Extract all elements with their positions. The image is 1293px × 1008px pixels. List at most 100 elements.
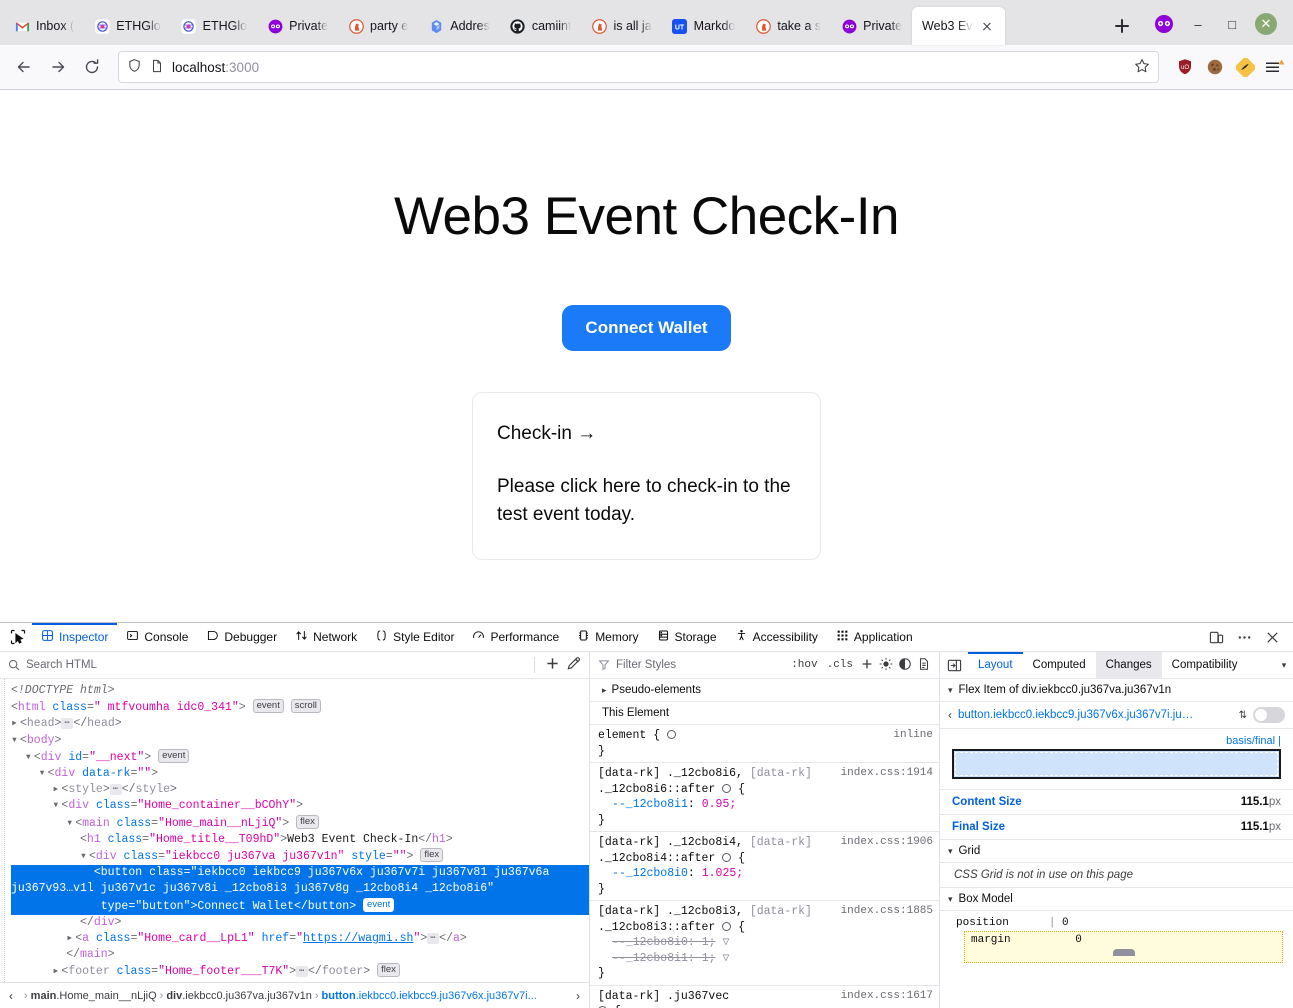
back-button[interactable] bbox=[8, 51, 40, 83]
check-in-card[interactable]: Check-in → Please click here to check-in… bbox=[472, 392, 821, 561]
css-value[interactable]: 1.025; bbox=[702, 867, 743, 880]
markup-node-selected[interactable]: <button class="iekbcc0 iekbcc9 ju367v6x … bbox=[11, 865, 589, 915]
toggle-declarations-icon[interactable] bbox=[667, 730, 677, 739]
css-property[interactable]: --_12cbo8i1 bbox=[598, 952, 688, 965]
css-rule[interactable]: index.css:1914 [data-rk] ._12cbo8i6, [dat… bbox=[590, 763, 939, 832]
split-console-icon[interactable] bbox=[940, 652, 968, 679]
devtools-tab-console[interactable]: Console bbox=[117, 623, 197, 652]
css-value[interactable]: 1; bbox=[702, 936, 716, 949]
search-input[interactable]: Search HTML bbox=[8, 659, 524, 671]
browser-tab-active[interactable]: Web3 Ev bbox=[912, 7, 1005, 45]
dark-scheme-icon[interactable] bbox=[898, 657, 912, 674]
css-rules-list[interactable]: Pseudo-elementsThis Elementinlineelement… bbox=[590, 679, 939, 1008]
browser-tab[interactable]: ETHGlo bbox=[84, 7, 170, 45]
rule-source[interactable]: index.css:1914 bbox=[841, 766, 933, 782]
rule-source[interactable]: inline bbox=[893, 728, 933, 744]
toggle-declarations-icon[interactable] bbox=[722, 783, 732, 793]
rule-source[interactable]: index.css:1885 bbox=[841, 904, 933, 920]
markup-node[interactable]: ▾ <main class="Home_main__nLjiQ"> flex bbox=[11, 814, 589, 832]
rule-source[interactable]: index.css:1906 bbox=[841, 835, 933, 851]
browser-tab[interactable]: Private bbox=[257, 7, 338, 45]
maximize-button[interactable]: □ bbox=[1215, 9, 1249, 39]
devtools-tab-memory[interactable]: Memory bbox=[568, 623, 647, 652]
css-property[interactable]: --_12cbo8i1 bbox=[598, 798, 688, 811]
connect-wallet-button[interactable]: Connect Wallet bbox=[562, 305, 731, 351]
ublock-origin-icon[interactable]: uO bbox=[1175, 57, 1195, 77]
markup-node[interactable]: </main> bbox=[11, 947, 589, 963]
new-tab-button[interactable] bbox=[1107, 11, 1137, 41]
browser-tab[interactable]: Inbox ( bbox=[4, 7, 84, 45]
breadcrumb-prev-icon[interactable]: ‹ bbox=[2, 989, 20, 1003]
toggle-declarations-icon[interactable] bbox=[722, 921, 732, 931]
classes-toggle[interactable]: .cls bbox=[825, 659, 855, 671]
app-menu-icon[interactable] bbox=[1265, 57, 1285, 77]
css-rule[interactable]: index.css:1885 [data-rk] ._12cbo8i3, [dat… bbox=[590, 901, 939, 986]
css-rule[interactable]: index.css:1617[data-rk] .ju367vec {color… bbox=[590, 986, 939, 1008]
breadcrumb-item[interactable]: div.iekbcc0.ju367va.ju367v1n bbox=[166, 990, 312, 1002]
markup-node[interactable]: ▸ <a class="Home_card__LpL1" href="https:… bbox=[11, 931, 589, 947]
star-icon[interactable] bbox=[1134, 58, 1150, 77]
close-devtools-icon[interactable] bbox=[1259, 625, 1285, 649]
markup-node[interactable]: ▸ <head> ⋯ </head> bbox=[11, 716, 589, 732]
devtools-tab-style-editor[interactable]: Style Editor bbox=[366, 623, 463, 652]
devtools-tab-performance[interactable]: Performance bbox=[463, 623, 568, 652]
markup-node[interactable]: </div> bbox=[11, 915, 589, 931]
metamask-icon[interactable] bbox=[1235, 57, 1255, 77]
reload-button[interactable] bbox=[76, 51, 108, 83]
cookie-icon[interactable] bbox=[1205, 57, 1225, 77]
flex-overlay-toggle[interactable] bbox=[1253, 707, 1285, 723]
chevron-left-icon[interactable]: ‹ bbox=[948, 708, 952, 722]
add-rule-icon[interactable] bbox=[860, 657, 874, 674]
css-value[interactable]: 0.95; bbox=[702, 798, 737, 811]
address-bar[interactable]: localhost:3000 bbox=[118, 51, 1159, 83]
breadcrumb-item[interactable]: button.iekbcc0.iekbcc9.ju367v6x.ju367v7i… bbox=[322, 990, 537, 1002]
print-media-icon[interactable] bbox=[917, 657, 931, 674]
css-rule[interactable]: inline element { } bbox=[590, 725, 939, 763]
box-model-header[interactable]: Box Model bbox=[940, 888, 1293, 911]
markup-node[interactable]: ▾ <div id="__next"> event bbox=[11, 748, 589, 766]
browser-tab[interactable]: camiint bbox=[500, 7, 582, 45]
css-rule[interactable]: index.css:1906 [data-rk] ._12cbo8i4, [dat… bbox=[590, 832, 939, 901]
markup-node[interactable]: <html class=" mtfvoumha idc0_341"> event… bbox=[11, 699, 589, 716]
minimize-button[interactable]: – bbox=[1181, 9, 1215, 39]
pseudo-elements-header[interactable]: Pseudo-elements bbox=[590, 679, 939, 702]
breadcrumb-item[interactable]: main.Home_main__nLjiQ bbox=[31, 990, 157, 1002]
markup-node[interactable]: ▾ <div class="iekbcc0 ju367va ju367v1n" s… bbox=[11, 848, 589, 865]
tab-close-icon[interactable] bbox=[979, 18, 995, 34]
element-picker-icon[interactable] bbox=[4, 625, 32, 649]
browser-tab[interactable]: is all ja bbox=[581, 7, 661, 45]
devtools-tab-network[interactable]: Network bbox=[286, 623, 366, 652]
browser-tab[interactable]: take a s bbox=[745, 7, 831, 45]
chevron-down-icon[interactable]: ▾ bbox=[1275, 660, 1293, 671]
layout-tab-compatibility[interactable]: Compatibility bbox=[1162, 652, 1248, 679]
css-value[interactable]: 1; bbox=[702, 952, 716, 965]
markup-node[interactable]: ▾ <div data-rk=""> bbox=[11, 766, 589, 782]
browser-tab[interactable]: Private bbox=[831, 7, 912, 45]
markup-tree[interactable]: <!DOCTYPE html> <html class=" mtfvoumha i… bbox=[4, 679, 589, 982]
firefox-account-icon[interactable] bbox=[1147, 9, 1181, 39]
devtools-tab-debugger[interactable]: Debugger bbox=[197, 623, 286, 652]
css-property[interactable]: --_12cbo8i0 bbox=[598, 936, 688, 949]
css-property[interactable]: --_12cbo8i0 bbox=[598, 867, 688, 880]
markup-node[interactable]: <!DOCTYPE html> bbox=[11, 683, 589, 699]
grid-header[interactable]: Grid bbox=[940, 840, 1293, 863]
markup-node[interactable]: ▸ <style> ⋯ </style> bbox=[11, 782, 589, 798]
devtools-tab-inspector[interactable]: Inspector bbox=[32, 622, 118, 652]
layout-tab-changes[interactable]: Changes bbox=[1095, 651, 1162, 679]
browser-tab[interactable]: Addres bbox=[418, 7, 500, 45]
selector-spinner-icon[interactable]: ⇅ bbox=[1239, 710, 1247, 721]
devtools-tab-application[interactable]: Application bbox=[827, 623, 922, 652]
layout-tab-layout[interactable]: Layout bbox=[968, 651, 1023, 679]
rule-source[interactable]: index.css:1617 bbox=[841, 989, 933, 1005]
close-window-button[interactable]: ✕ bbox=[1249, 9, 1283, 39]
flex-item-selector[interactable]: button.iekbcc0.iekbcc9.ju367v6x.ju367v7i… bbox=[958, 709, 1233, 721]
markup-node[interactable]: ▾ <body> bbox=[11, 733, 589, 749]
meatball-menu-icon[interactable] bbox=[1231, 625, 1257, 649]
markup-node[interactable]: <h1 class="Home_title__T09hD">Web3 Event… bbox=[11, 832, 589, 848]
devtools-tab-storage[interactable]: Storage bbox=[648, 623, 726, 652]
light-scheme-icon[interactable] bbox=[879, 657, 893, 674]
flex-item-header[interactable]: Flex Item of div.iekbcc0.ju367va.ju367v1… bbox=[940, 679, 1293, 702]
plus-icon[interactable] bbox=[545, 656, 560, 674]
markup-node[interactable]: ▾ <div class="Home_container__bCOhY"> bbox=[11, 798, 589, 814]
browser-tab[interactable]: ETHGlo bbox=[171, 7, 257, 45]
